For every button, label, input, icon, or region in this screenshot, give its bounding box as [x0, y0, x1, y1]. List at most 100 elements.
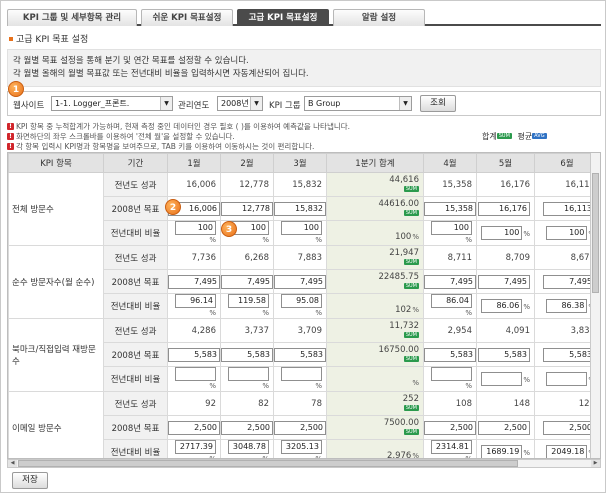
value-cell: 3048.78%: [220, 439, 274, 458]
target-input[interactable]: 2,500: [543, 420, 595, 435]
value-cell: 95.08%: [273, 293, 327, 319]
ratio-input[interactable]: [228, 367, 269, 381]
target-input[interactable]: 15,358: [424, 201, 476, 216]
scroll-right-icon[interactable]: ▶: [591, 460, 600, 467]
value-cell: 86.06%: [476, 293, 535, 319]
target-input[interactable]: 15,832: [274, 201, 326, 216]
value-cell: %: [273, 366, 327, 392]
kpi-name: 이메일 방문수: [8, 391, 104, 458]
ratio-input[interactable]: 86.04: [431, 294, 472, 308]
target-input[interactable]: 16,176: [478, 201, 530, 216]
note-item: ! 화면하단의 좌우 스크롤바를 이용하여 '전체 월'을 설정할 수 있습니다.: [7, 132, 350, 142]
value-cell: 2,500: [423, 415, 477, 440]
ratio-input[interactable]: 3205.13: [281, 440, 322, 454]
horizontal-scrollbar[interactable]: ◀ ▶: [7, 459, 601, 468]
chevron-down-icon: ▼: [399, 97, 411, 110]
ratio-input[interactable]: 2049.18: [546, 445, 588, 458]
ratio-input[interactable]: [481, 372, 523, 386]
target-input[interactable]: 7,495: [543, 274, 595, 289]
period-label: 전년도 성과: [103, 245, 168, 270]
ratio-input[interactable]: [546, 372, 588, 386]
ratio-input[interactable]: 100: [281, 221, 322, 235]
site-select[interactable]: 1-1. Logger_프론트. ▼: [51, 96, 173, 111]
table-row: 순수 방문자수(월 순수) 전년도 성과 7,736 6,268 7,883 21,947…: [8, 245, 600, 319]
prev-value-cell: 78: [273, 391, 327, 416]
note-item: ! KPI 항목 중 누적합계가 가능하며, 현재 측정 중인 데이터인 경우 필…: [7, 122, 350, 132]
period-label: 전년도 성과: [103, 172, 168, 197]
ratio-input[interactable]: 95.08: [281, 294, 322, 308]
tab-advanced-kpi[interactable]: 고급 KPI 목표설정: [237, 9, 329, 26]
target-input[interactable]: 2,500: [424, 420, 476, 435]
target-input[interactable]: 2,500: [221, 420, 273, 435]
value-cell: 3205.13%: [273, 439, 327, 458]
ratio-input[interactable]: 100: [546, 226, 588, 240]
tab-easy-kpi[interactable]: 쉬운 KPI 목표설정: [141, 9, 233, 26]
target-input[interactable]: 2,500: [168, 420, 220, 435]
percent-sign: %: [315, 236, 322, 244]
target-input[interactable]: 5,583: [274, 347, 326, 362]
ratio-input[interactable]: 119.58: [228, 294, 269, 308]
target-input[interactable]: 5,583: [424, 347, 476, 362]
prev-value-cell: 108: [423, 391, 477, 416]
period-label: 2008년 목표: [103, 415, 168, 440]
prev-value-cell: 12,778: [220, 172, 274, 197]
ratio-input[interactable]: [281, 367, 322, 381]
target-input[interactable]: 7,495: [168, 274, 220, 289]
ratio-input[interactable]: 86.06: [481, 299, 523, 313]
ratio-input[interactable]: 100: [481, 226, 523, 240]
sum-badge: SUM: [327, 355, 419, 365]
ratio-input[interactable]: [431, 367, 472, 381]
value-cell: %: [220, 366, 274, 392]
site-select-value: 1-1. Logger_프론트.: [55, 99, 130, 108]
tab-alarm[interactable]: 알람 설정: [333, 9, 425, 26]
value-cell: 2,500: [273, 415, 327, 440]
prev-value-cell: 15,358: [423, 172, 477, 197]
search-button[interactable]: 조회: [420, 95, 456, 112]
target-input[interactable]: 5,583: [478, 347, 530, 362]
period-label: 전년대비 비율: [103, 293, 168, 319]
exclamation-icon: !: [7, 132, 14, 140]
save-button[interactable]: 저장: [12, 472, 48, 489]
percent-sign: %: [262, 236, 269, 244]
target-input[interactable]: 5,583: [543, 347, 595, 362]
ratio-input[interactable]: 2717.39: [175, 440, 216, 454]
ratio-input[interactable]: 2314.81: [431, 440, 472, 454]
value-cell: 7,495: [423, 269, 477, 294]
target-input[interactable]: 7,495: [478, 274, 530, 289]
site-label: 웹사이트: [13, 101, 45, 111]
prev-value-cell: 2,954: [423, 318, 477, 343]
target-input[interactable]: 7,495: [274, 274, 326, 289]
ratio-input[interactable]: 100: [431, 221, 472, 235]
callout-2: 2: [165, 199, 181, 215]
target-input[interactable]: 5,583: [221, 347, 273, 362]
table-row: 이메일 방문수 전년도 성과 92 82 78 252 SUM 108 148 122: [8, 391, 600, 458]
quarter-total-cell: 21,947 SUM: [326, 245, 424, 270]
target-input[interactable]: 7,495: [221, 274, 273, 289]
ratio-input[interactable]: 1689.19: [481, 445, 523, 458]
kpi-group-select[interactable]: B Group ▼: [304, 96, 412, 111]
quarter-total-cell: 44616.00 SUM: [326, 196, 424, 221]
target-input[interactable]: 2,500: [274, 420, 326, 435]
target-input[interactable]: 12,778: [221, 201, 273, 216]
target-input[interactable]: 16,113: [543, 201, 595, 216]
target-input[interactable]: 2,500: [478, 420, 530, 435]
ratio-input[interactable]: [175, 367, 216, 381]
search-bar: 웹사이트 1-1. Logger_프론트. ▼ 관리연도 2008년 ▼ KPI 그…: [7, 91, 601, 116]
ratio-input[interactable]: 86.38: [546, 299, 588, 313]
bullet-icon: [9, 36, 13, 41]
scroll-thumb[interactable]: [18, 460, 518, 467]
ratio-input[interactable]: 100: [175, 221, 216, 235]
scroll-left-icon[interactable]: ◀: [8, 460, 17, 467]
target-input[interactable]: 7,495: [424, 274, 476, 289]
target-input[interactable]: 5,583: [168, 347, 220, 362]
column-header: 2월: [220, 153, 274, 173]
value-cell: 96.14%: [167, 293, 221, 319]
scroll-thumb[interactable]: [592, 173, 599, 293]
column-header: 1월: [167, 153, 221, 173]
year-select[interactable]: 2008년 ▼: [217, 96, 263, 111]
tab-kpi-group[interactable]: KPI 그룹 및 세부항목 관리: [7, 9, 137, 26]
ratio-input[interactable]: 96.14: [175, 294, 216, 308]
tab-bar: KPI 그룹 및 세부항목 관리 쉬운 KPI 목표설정 고급 KPI 목표설정…: [7, 9, 601, 26]
vertical-scrollbar[interactable]: [590, 153, 600, 458]
ratio-input[interactable]: 3048.78: [228, 440, 269, 454]
